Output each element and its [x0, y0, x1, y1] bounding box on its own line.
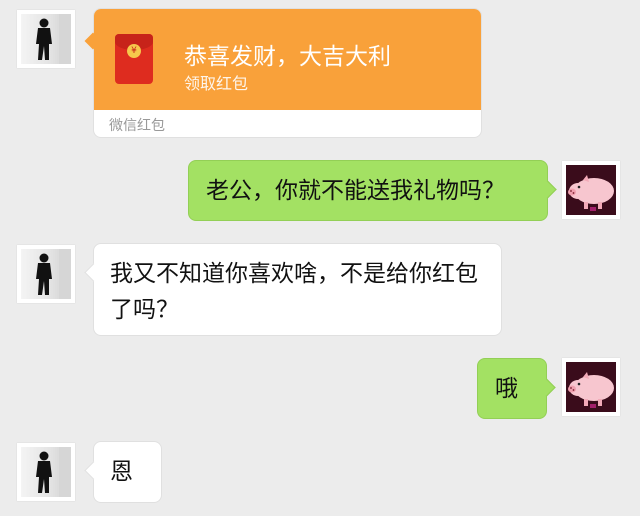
man-avatar-icon — [36, 447, 71, 497]
red-packet-title: 恭喜发财，大吉大利 — [184, 44, 391, 70]
bubble-tail — [537, 378, 556, 397]
bubble-tail — [538, 180, 557, 199]
pig-avatar-icon — [568, 175, 614, 211]
red-packet-footer: 微信红包 — [109, 118, 165, 134]
pig-avatar-icon — [568, 372, 614, 408]
red-packet-message[interactable]: ¥ 恭喜发财，大吉大利 领取红包 微信红包 — [84, 8, 482, 138]
message-text: 恩 — [110, 459, 133, 485]
bubble-tail — [84, 263, 103, 282]
red-packet-subtitle: 领取红包 — [184, 74, 249, 93]
man-avatar-icon — [36, 249, 71, 299]
self-avatar[interactable] — [562, 358, 620, 416]
message-text: 老公，你就不能送我礼物吗？ — [206, 178, 505, 204]
contact-avatar[interactable] — [17, 10, 75, 68]
message-bubble-sent[interactable]: 哦 — [477, 358, 556, 419]
message-bubble-received[interactable]: 恩 — [84, 441, 162, 503]
message-bubble-received[interactable]: 我又不知道你喜欢啥，不是给你红包了吗？ — [84, 243, 502, 336]
red-envelope-icon: ¥ — [115, 34, 153, 84]
self-avatar[interactable] — [562, 161, 620, 219]
contact-avatar[interactable] — [17, 245, 75, 303]
message-text: 哦 — [495, 376, 518, 402]
coin-icon: ¥ — [127, 44, 141, 58]
man-avatar-icon — [36, 14, 71, 64]
message-text: 我又不知道你喜欢啥，不是给你红包了吗？ — [110, 261, 478, 323]
message-bubble-sent[interactable]: 老公，你就不能送我礼物吗？ — [188, 160, 557, 221]
bubble-tail — [84, 461, 103, 480]
contact-avatar[interactable] — [17, 443, 75, 501]
